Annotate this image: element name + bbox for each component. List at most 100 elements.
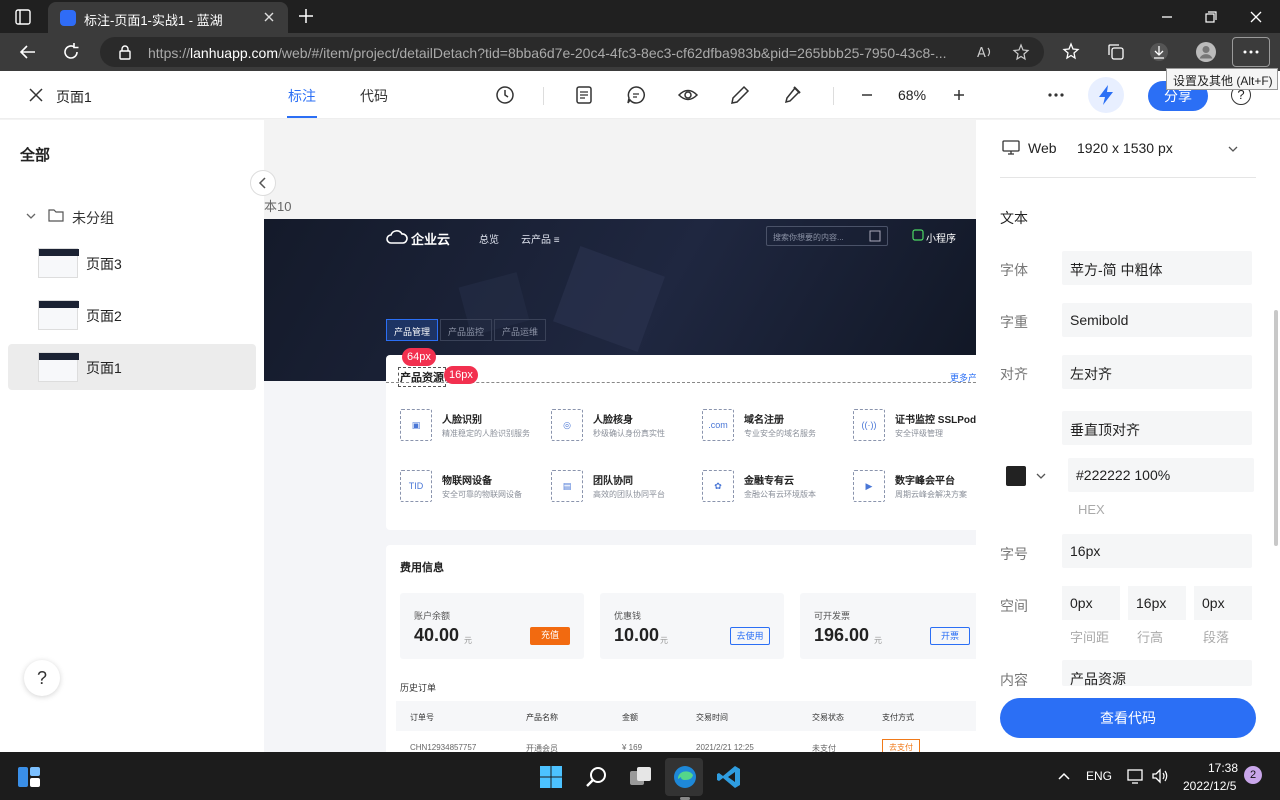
product-tab-monitor[interactable]: 产品监控: [440, 319, 493, 341]
close-tab-icon[interactable]: [260, 8, 278, 26]
chevron-up-icon[interactable]: [1056, 768, 1072, 784]
font-family-value[interactable]: 苹方-简 中粗体: [1062, 251, 1252, 285]
site-nav-products[interactable]: 云产品 ≡: [521, 231, 560, 246]
invoice-button[interactable]: 开票: [930, 627, 970, 645]
page-item-2[interactable]: 页面2: [8, 292, 256, 338]
zoom-in-icon[interactable]: [948, 84, 970, 106]
scan-icon[interactable]: [869, 230, 881, 242]
notification-badge[interactable]: 2: [1244, 766, 1262, 784]
zoom-level: 68%: [898, 87, 927, 103]
product-item[interactable]: ▶ 数字峰会平台 周期云峰会解决方案: [853, 470, 976, 510]
font-size-value[interactable]: 16px: [1062, 534, 1252, 568]
chevron-down-icon[interactable]: [1226, 142, 1240, 156]
fee-unit: 元: [660, 636, 668, 645]
read-aloud-icon[interactable]: A: [976, 44, 994, 60]
notes-icon[interactable]: [573, 84, 595, 106]
restore-icon[interactable]: [1200, 6, 1222, 28]
clock-date[interactable]: 2022/12/5: [1183, 779, 1236, 793]
device-size: 1920 x 1530 px: [1077, 140, 1173, 156]
collapse-sidebar-button[interactable]: [250, 170, 276, 196]
recharge-button[interactable]: 充值: [530, 627, 570, 645]
chevron-down-icon[interactable]: [24, 209, 38, 223]
product-item[interactable]: ▣ 人脸识别 精准稳定的人脸识别服务: [400, 409, 550, 449]
close-icon[interactable]: [27, 86, 45, 104]
font-weight-value[interactable]: Semibold: [1062, 303, 1252, 337]
downloads-icon[interactable]: [1148, 41, 1170, 63]
device-selector[interactable]: Web 1920 x 1530 px: [1000, 140, 1256, 178]
preview-eye-icon[interactable]: [677, 84, 699, 106]
pay-now-button[interactable]: 去支付: [882, 739, 920, 752]
product-item[interactable]: ▤ 团队协同 高效的团队协同平台: [551, 470, 701, 510]
active-tab-indicator: [287, 116, 317, 118]
use-coupon-button[interactable]: 去使用: [730, 627, 770, 645]
display-icon[interactable]: [1127, 767, 1145, 785]
product-item[interactable]: .com 域名注册 专业安全的域名服务: [702, 409, 852, 449]
task-view-icon[interactable]: [628, 764, 654, 790]
summit-icon: ▶: [853, 470, 885, 502]
close-window-icon[interactable]: [1245, 6, 1267, 28]
chevron-down-icon[interactable]: [1034, 469, 1048, 483]
product-item[interactable]: ◎ 人脸核身 秒级确认身份真实性: [551, 409, 701, 449]
tab-actions-icon[interactable]: [14, 8, 32, 26]
product-desc: 安全评级管理: [895, 429, 943, 438]
edge-icon[interactable]: [672, 764, 698, 790]
artboard[interactable]: 企业云 总览 云产品 ≡ 搜索你想要的内容... 小程序 产品管理 产品监控 产…: [264, 219, 976, 752]
product-tab-manage[interactable]: 产品管理: [386, 319, 439, 341]
minimize-icon[interactable]: [1156, 6, 1178, 28]
color-picker-icon[interactable]: [781, 84, 803, 106]
history-icon[interactable]: [494, 84, 516, 106]
mini-program-link[interactable]: 小程序: [926, 230, 956, 245]
letter-spacing-value[interactable]: 0px: [1062, 586, 1120, 620]
site-nav-overview[interactable]: 总览: [479, 231, 499, 246]
url-field[interactable]: https://lanhuapp.com/web/#/item/project/…: [100, 37, 1044, 67]
collections-icon[interactable]: [1105, 41, 1127, 63]
tab-code[interactable]: 代码: [360, 86, 388, 106]
profile-avatar-icon[interactable]: [1195, 41, 1217, 63]
settings-more-button[interactable]: [1232, 37, 1270, 67]
browser-tab-active[interactable]: 标注-页面1-实战1 - 蓝湖: [48, 2, 288, 33]
text-align-value[interactable]: 左对齐: [1062, 355, 1252, 389]
line-height-value[interactable]: 16px: [1128, 586, 1186, 620]
back-icon[interactable]: [17, 41, 39, 63]
refresh-icon[interactable]: [60, 41, 82, 63]
artboard-label: 本10: [264, 199, 292, 214]
view-code-button[interactable]: 查看代码: [1000, 698, 1256, 738]
search-icon[interactable]: [584, 764, 610, 790]
widgets-icon[interactable]: [16, 764, 42, 790]
color-hex-value[interactable]: #222222 100%: [1068, 458, 1254, 492]
page-item-1[interactable]: 页面1: [8, 344, 256, 390]
prop-label-size: 字号: [1000, 546, 1028, 562]
order-time: 2021/2/21 12:25: [696, 743, 754, 752]
zoom-out-icon[interactable]: [856, 84, 878, 106]
volume-icon[interactable]: [1151, 767, 1169, 785]
product-tab-ops[interactable]: 产品运维: [494, 319, 547, 341]
clock-time[interactable]: 17:38: [1208, 761, 1238, 775]
help-button[interactable]: ?: [24, 660, 60, 696]
prop-label-space: 空间: [1000, 598, 1028, 614]
new-tab-icon[interactable]: [296, 6, 316, 26]
bolt-button[interactable]: [1088, 77, 1124, 113]
add-favorite-icon[interactable]: [1012, 43, 1032, 61]
panel-scrollbar[interactable]: [1274, 310, 1278, 546]
favorites-icon[interactable]: [1061, 41, 1083, 63]
content-value[interactable]: 产品资源: [1062, 660, 1252, 687]
product-item[interactable]: ✿ 金融专有云 金融公有云环境版本: [702, 470, 852, 510]
color-swatch[interactable]: [1006, 466, 1026, 486]
site-logo-text: 企业云: [411, 232, 451, 247]
design-canvas[interactable]: 本10 企业云 总览 云产品 ≡ 搜索你想要的内容... 小程序 产品管理 产品…: [264, 120, 976, 752]
paragraph-value[interactable]: 0px: [1194, 586, 1252, 620]
lock-icon[interactable]: [118, 44, 132, 60]
vertical-align-value[interactable]: 垂直顶对齐: [1062, 411, 1252, 445]
start-icon[interactable]: [538, 764, 564, 790]
vscode-icon[interactable]: [716, 764, 742, 790]
product-item[interactable]: ((·)) 证书监控 SSLPod 安全评级管理: [853, 409, 976, 449]
site-logo[interactable]: 企业云: [386, 228, 456, 247]
comment-icon[interactable]: [625, 84, 647, 106]
more-icon[interactable]: [1045, 84, 1067, 106]
product-item[interactable]: TID 物联网设备 安全可靠的物联网设备: [400, 470, 550, 510]
input-language[interactable]: ENG: [1086, 769, 1112, 783]
tab-annotate[interactable]: 标注: [288, 86, 316, 106]
pen-icon[interactable]: [729, 84, 751, 106]
measure-guide-line: [386, 382, 976, 383]
page-item-3[interactable]: 页面3: [8, 240, 256, 286]
